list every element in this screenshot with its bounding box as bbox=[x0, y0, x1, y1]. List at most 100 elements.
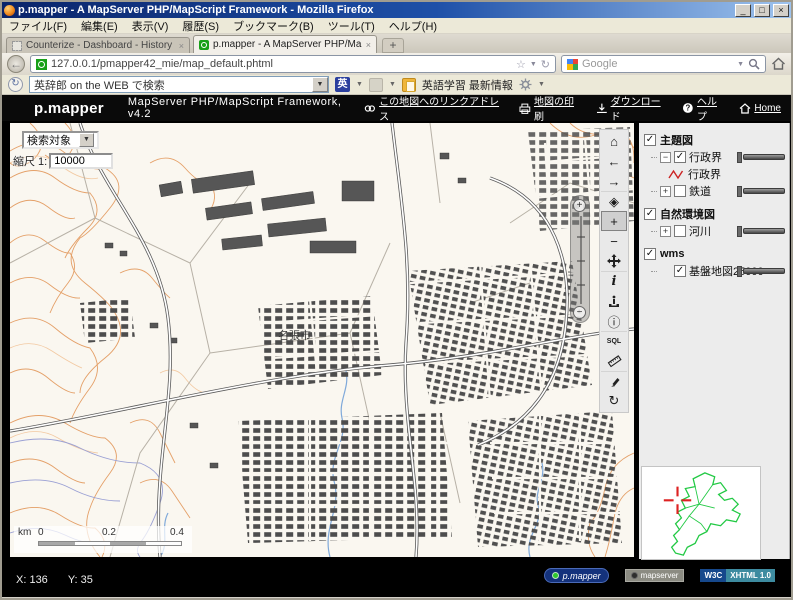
mapserver-globe-icon bbox=[631, 572, 638, 579]
navigation-bar: ← 127.0.0.1/pmapper42_mie/map_default.ph… bbox=[2, 53, 791, 75]
svg-text:?: ? bbox=[686, 104, 691, 113]
search-placeholder[interactable]: Google bbox=[582, 58, 733, 70]
select-tool[interactable] bbox=[601, 291, 627, 311]
home-tool[interactable]: ⌂ bbox=[601, 131, 627, 151]
menu-history[interactable]: 履歴(S) bbox=[175, 18, 226, 34]
zoom-selected-tool[interactable]: ◈ bbox=[601, 191, 627, 211]
minimize-button[interactable]: _ bbox=[735, 4, 751, 17]
map-canvas[interactable]: 名張市 bbox=[10, 123, 634, 557]
site-identity-icon[interactable] bbox=[36, 59, 47, 70]
measure-tool[interactable] bbox=[601, 351, 627, 371]
eijiro-dropdown-button[interactable]: ▼ bbox=[312, 77, 328, 92]
menu-bar: ファイル(F) 編集(E) 表示(V) 履歴(S) ブックマーク(B) ツール(… bbox=[2, 18, 791, 34]
tab-close-icon[interactable]: × bbox=[366, 40, 371, 50]
zoom-out-button[interactable]: − bbox=[573, 306, 586, 319]
home-icon bbox=[739, 103, 751, 114]
tab-bar: Counterize - Dashboard - History < Op...… bbox=[2, 34, 791, 53]
scale-input[interactable] bbox=[49, 153, 113, 169]
caret-icon[interactable]: ▼ bbox=[389, 81, 396, 88]
expand-icon[interactable]: + bbox=[660, 186, 671, 197]
search-engine-icon[interactable] bbox=[567, 59, 578, 70]
pan-tool[interactable] bbox=[601, 251, 627, 271]
caret-icon[interactable]: ▼ bbox=[538, 81, 545, 88]
footer-badges: p.mapper mapserver W3C XHTML 1.0 bbox=[544, 568, 775, 583]
reference-map[interactable] bbox=[641, 466, 761, 560]
identify-tool[interactable]: i bbox=[601, 271, 627, 291]
opacity-slider[interactable] bbox=[737, 266, 785, 277]
layer-basemap-25000: ✓ 基盤地図25000 bbox=[651, 262, 786, 280]
caret-icon[interactable]: ▼ bbox=[356, 81, 363, 88]
menu-tools[interactable]: ツール(T) bbox=[321, 18, 382, 34]
tooltip-tool[interactable]: ⓘ bbox=[601, 311, 627, 331]
url-dropdown-icon[interactable]: ▼ bbox=[530, 61, 537, 68]
zoom-in-tool[interactable]: + bbox=[601, 211, 627, 231]
map-viewport[interactable]: 名張市 検索対象 ▼ 縮尺 1: + − bbox=[10, 123, 634, 557]
news-link[interactable]: 英語学習 最新情報 bbox=[422, 77, 513, 93]
eijiro-badge-icon[interactable]: 英 bbox=[335, 77, 350, 92]
checkbox[interactable] bbox=[674, 185, 686, 197]
forward-extent-tool[interactable]: → bbox=[601, 171, 627, 191]
checkbox[interactable]: ✓ bbox=[644, 134, 656, 146]
checkbox[interactable] bbox=[674, 225, 686, 237]
tab-counterize[interactable]: Counterize - Dashboard - History < Op...… bbox=[6, 37, 190, 53]
reload-icon[interactable]: ↻ bbox=[541, 58, 550, 71]
checkbox[interactable]: ✓ bbox=[674, 265, 686, 277]
select-caret-icon[interactable]: ▼ bbox=[79, 133, 94, 147]
refresh-tool[interactable]: ↻ bbox=[601, 391, 627, 411]
magnifier-icon[interactable] bbox=[748, 58, 760, 70]
search-dropdown-icon[interactable]: ▼ bbox=[737, 61, 744, 68]
collapse-icon[interactable]: − bbox=[660, 152, 671, 163]
menu-file[interactable]: ファイル(F) bbox=[2, 18, 74, 34]
eijiro-search-input[interactable] bbox=[30, 79, 312, 91]
checkbox[interactable]: ✓ bbox=[644, 208, 656, 220]
scale-label: 縮尺 1: bbox=[13, 153, 47, 169]
maximize-button[interactable]: □ bbox=[754, 4, 770, 17]
checkbox[interactable]: ✓ bbox=[674, 151, 686, 163]
news-book-icon[interactable] bbox=[402, 78, 416, 92]
help-link[interactable]: ? ヘルプ bbox=[682, 93, 726, 123]
opacity-slider[interactable] bbox=[737, 226, 785, 237]
zoom-slider[interactable]: + − bbox=[570, 195, 590, 323]
tab-close-icon[interactable]: × bbox=[179, 41, 184, 51]
opacity-slider[interactable] bbox=[737, 186, 785, 197]
menu-help[interactable]: ヘルプ(H) bbox=[382, 18, 444, 34]
bookmark-star-icon[interactable]: ☆ bbox=[516, 58, 526, 71]
layer-rivers: + 河川 bbox=[651, 222, 786, 240]
pmapper-badge[interactable]: p.mapper bbox=[544, 568, 609, 583]
query-tool[interactable]: SQL bbox=[601, 331, 627, 351]
opacity-slider[interactable] bbox=[737, 152, 785, 163]
search-target-select[interactable]: 検索対象 ▼ bbox=[22, 131, 99, 149]
home-button[interactable] bbox=[771, 57, 786, 71]
w3c-xhtml-badge[interactable]: W3C XHTML 1.0 bbox=[700, 569, 775, 582]
menu-bookmarks[interactable]: ブックマーク(B) bbox=[226, 18, 321, 34]
mapserver-badge[interactable]: mapserver bbox=[625, 569, 685, 582]
print-map-link[interactable]: 地図の印刷 bbox=[519, 93, 583, 123]
new-tab-button[interactable]: + bbox=[382, 38, 404, 53]
pan-icon bbox=[607, 254, 621, 268]
search-bar[interactable]: Google ▼ bbox=[561, 55, 766, 73]
zoom-in-button[interactable]: + bbox=[573, 199, 586, 212]
map-link-address-link[interactable]: この地図へのリンクアドレス bbox=[364, 93, 506, 123]
menu-edit[interactable]: 編集(E) bbox=[74, 18, 125, 34]
download-link[interactable]: ダウンロード bbox=[596, 93, 669, 123]
back-extent-tool[interactable]: ← bbox=[601, 151, 627, 171]
red-zigzag-icon bbox=[668, 168, 684, 181]
url-bar[interactable]: 127.0.0.1/pmapper42_mie/map_default.phtm… bbox=[30, 55, 556, 73]
zoom-out-tool[interactable]: − bbox=[601, 231, 627, 251]
map-toolbar: ⌂ ← → ◈ + − i ⓘ SQL ↻ bbox=[599, 129, 629, 413]
url-text[interactable]: 127.0.0.1/pmapper42_mie/map_default.phtm… bbox=[51, 58, 512, 70]
back-button[interactable]: ← bbox=[7, 55, 25, 73]
checkbox[interactable]: ✓ bbox=[644, 248, 656, 260]
home-link[interactable]: Home bbox=[739, 103, 781, 114]
layer-admin-boundary: − ✓ 行政界 bbox=[651, 148, 786, 166]
close-button[interactable]: × bbox=[773, 4, 789, 17]
printer-icon bbox=[519, 103, 531, 114]
menu-view[interactable]: 表示(V) bbox=[125, 18, 176, 34]
tab-pmapper[interactable]: p.mapper - A MapServer PHP/MapScri... × bbox=[193, 35, 377, 53]
eijiro-search-field[interactable]: ▼ bbox=[29, 76, 329, 93]
gear-icon[interactable] bbox=[519, 78, 532, 91]
help-icon: ? bbox=[682, 102, 694, 114]
expand-icon[interactable]: + bbox=[660, 226, 671, 237]
digitize-tool[interactable] bbox=[601, 371, 627, 391]
addon-refresh-icon[interactable]: ↻ bbox=[8, 77, 23, 92]
